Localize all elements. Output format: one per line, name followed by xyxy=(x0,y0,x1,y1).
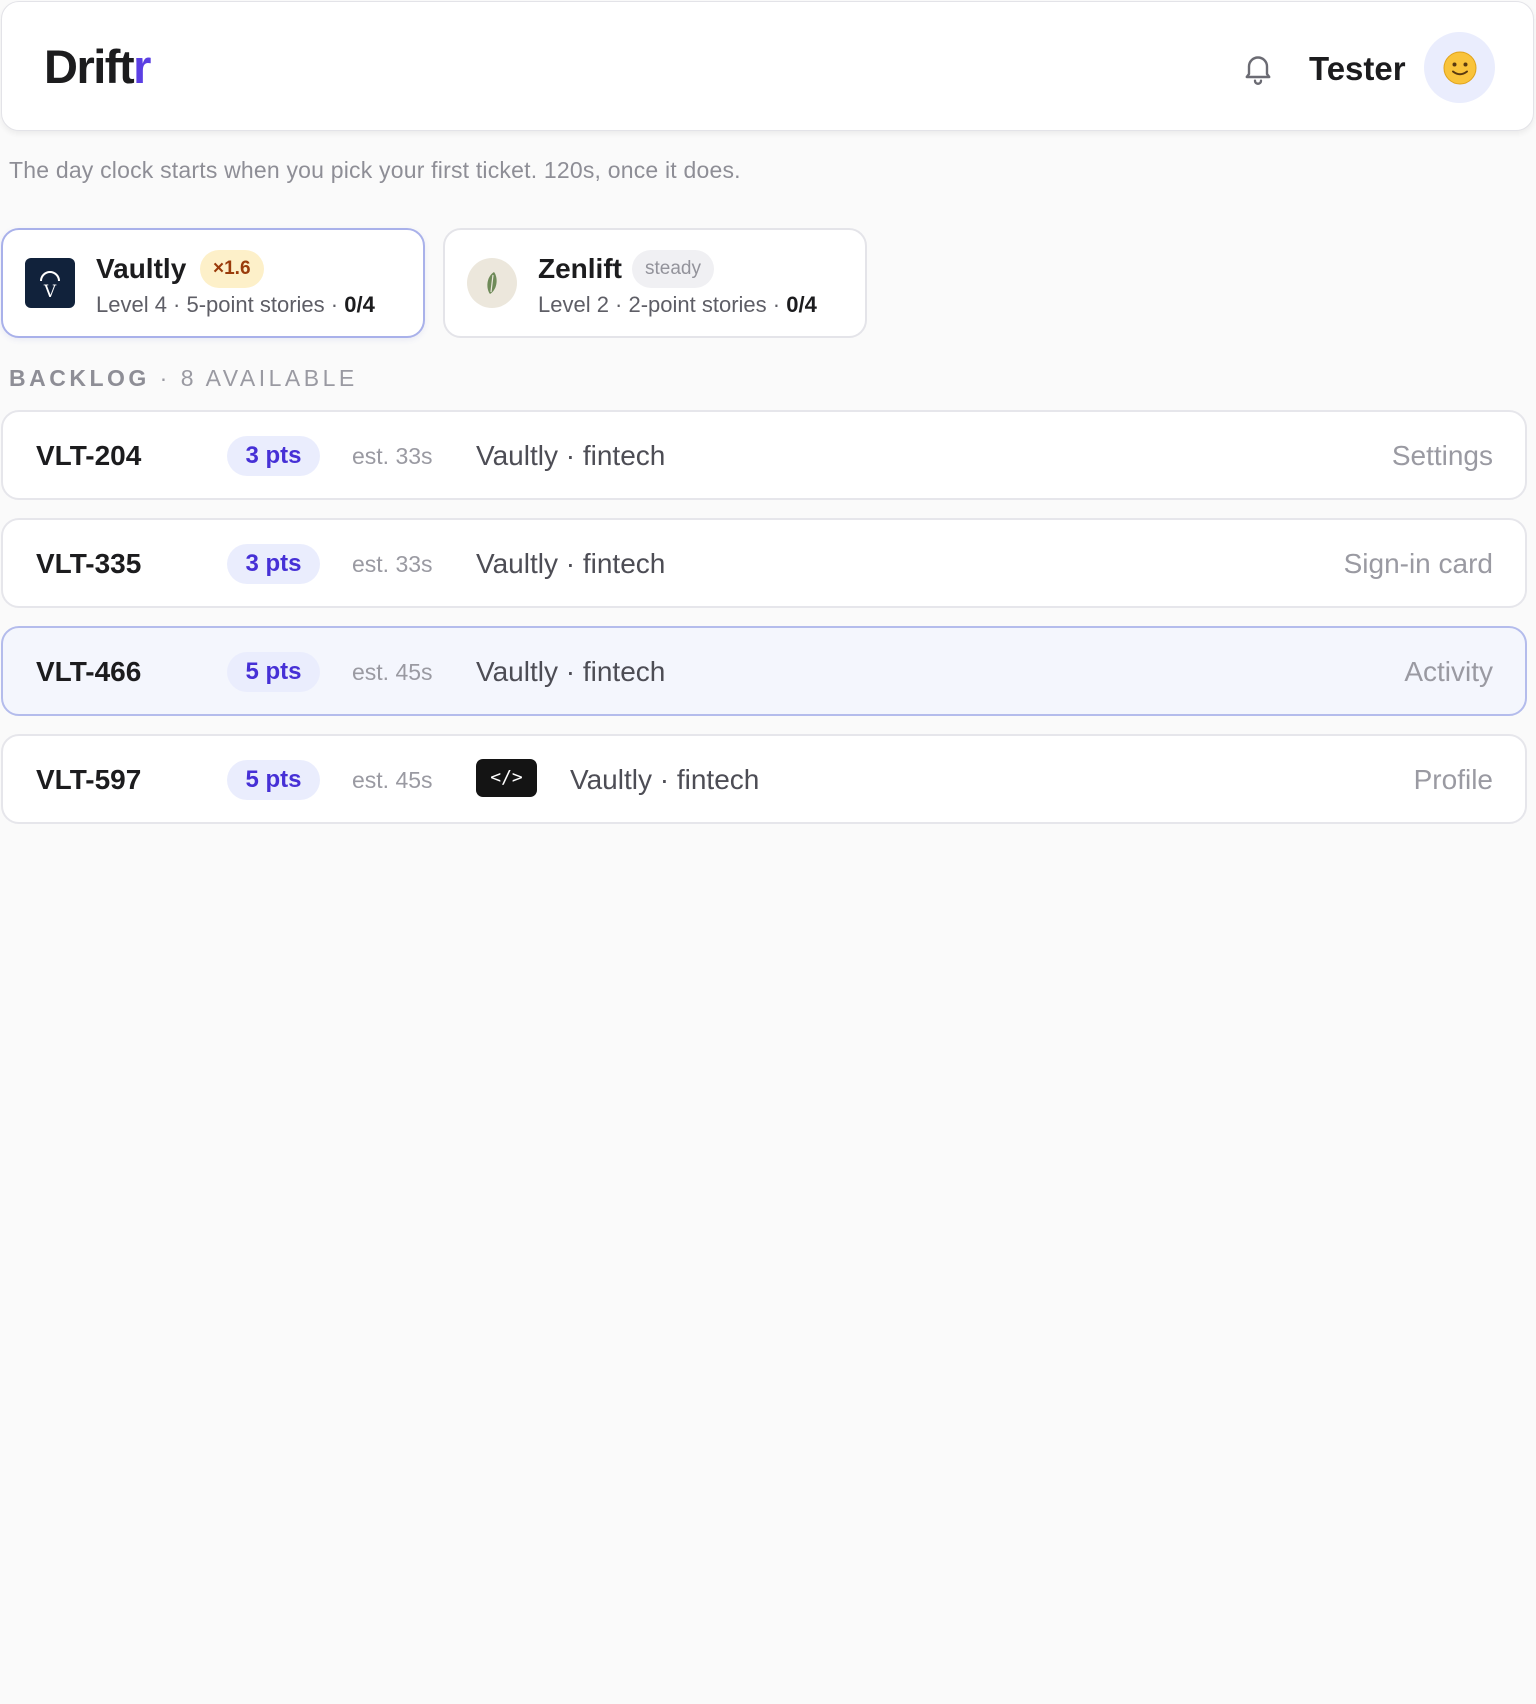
ticket-project: Vaultly · fintech xyxy=(476,548,666,579)
client-name: Vaultly xyxy=(96,253,187,284)
ticket-area: Activity xyxy=(1404,656,1493,687)
ticket-project: Vaultly · fintech xyxy=(476,440,666,471)
ticket-area: Profile xyxy=(1413,764,1493,795)
client-card-zenlift[interactable]: Zenlift steady Level 2 · 2-point stories… xyxy=(443,228,867,338)
client-progress: 0/4 xyxy=(344,292,375,317)
steady-badge: steady xyxy=(632,250,714,288)
app-logo[interactable]: Driftr xyxy=(44,40,151,93)
ticket-row-vlt-204[interactable]: VLT-204 3 pts est. 33s Vaultly · fintech… xyxy=(1,410,1527,500)
backlog-title: BACKLOG xyxy=(9,365,150,391)
time-estimate: est. 33s xyxy=(352,443,433,469)
ticket-project: Vaultly · fintech xyxy=(476,656,666,687)
time-estimate: est. 33s xyxy=(352,551,433,577)
ticket-row-vlt-335[interactable]: VLT-335 3 pts est. 33s Vaultly · fintech… xyxy=(1,518,1527,608)
ticket-project: Vaultly · fintech xyxy=(570,764,760,795)
ticket-area: Sign-in card xyxy=(1343,548,1493,579)
svg-text:V: V xyxy=(43,282,57,300)
ticket-id: VLT-335 xyxy=(36,548,142,579)
time-estimate: est. 45s xyxy=(352,659,433,685)
client-level-text: Level 2 · 2-point stories · xyxy=(538,292,787,317)
client-card-vaultly[interactable]: V Vaultly ×1.6 Level 4 · 5-point stories… xyxy=(1,228,425,338)
vault-logo-icon: V xyxy=(25,258,75,308)
points-badge: 5 pts xyxy=(227,652,320,692)
points-badge: 3 pts xyxy=(227,436,320,476)
ticket-id: VLT-204 xyxy=(36,440,142,471)
backlog-heading: BACKLOG · 8 AVAILABLE xyxy=(9,365,358,392)
ticket-row-vlt-466[interactable]: VLT-466 5 pts est. 45s Vaultly · fintech… xyxy=(1,626,1527,716)
logo-text: Drift xyxy=(44,40,135,93)
day-clock-hint: The day clock starts when you pick your … xyxy=(9,157,741,183)
ticket-id: VLT-466 xyxy=(36,656,142,687)
logo-accent-letter: r xyxy=(133,40,151,93)
bell-icon[interactable] xyxy=(1240,50,1276,86)
code-icon: </> xyxy=(476,759,537,797)
app-header: Driftr Tester xyxy=(1,1,1534,131)
multiplier-badge: ×1.6 xyxy=(200,250,264,288)
client-progress: 0/4 xyxy=(786,292,817,317)
client-meta: Level 4 · 5-point stories · 0/4 xyxy=(96,290,375,320)
points-badge: 5 pts xyxy=(227,760,320,800)
ticket-area: Settings xyxy=(1391,440,1493,471)
client-meta: Level 2 · 2-point stories · 0/4 xyxy=(538,290,817,320)
time-estimate: est. 45s xyxy=(352,767,433,793)
smiley-face-icon xyxy=(1443,51,1476,84)
leaf-logo-icon xyxy=(467,258,517,308)
username[interactable]: Tester xyxy=(1309,50,1406,88)
ticket-id: VLT-597 xyxy=(36,764,142,795)
backlog-count: · 8 AVAILABLE xyxy=(159,365,358,391)
points-badge: 3 pts xyxy=(227,544,320,584)
client-level-text: Level 4 · 5-point stories · xyxy=(96,292,345,317)
client-name: Zenlift xyxy=(538,253,622,284)
ticket-row-vlt-597[interactable]: VLT-597 5 pts est. 45s </> Vaultly · fin… xyxy=(1,734,1527,824)
avatar[interactable] xyxy=(1424,32,1495,103)
